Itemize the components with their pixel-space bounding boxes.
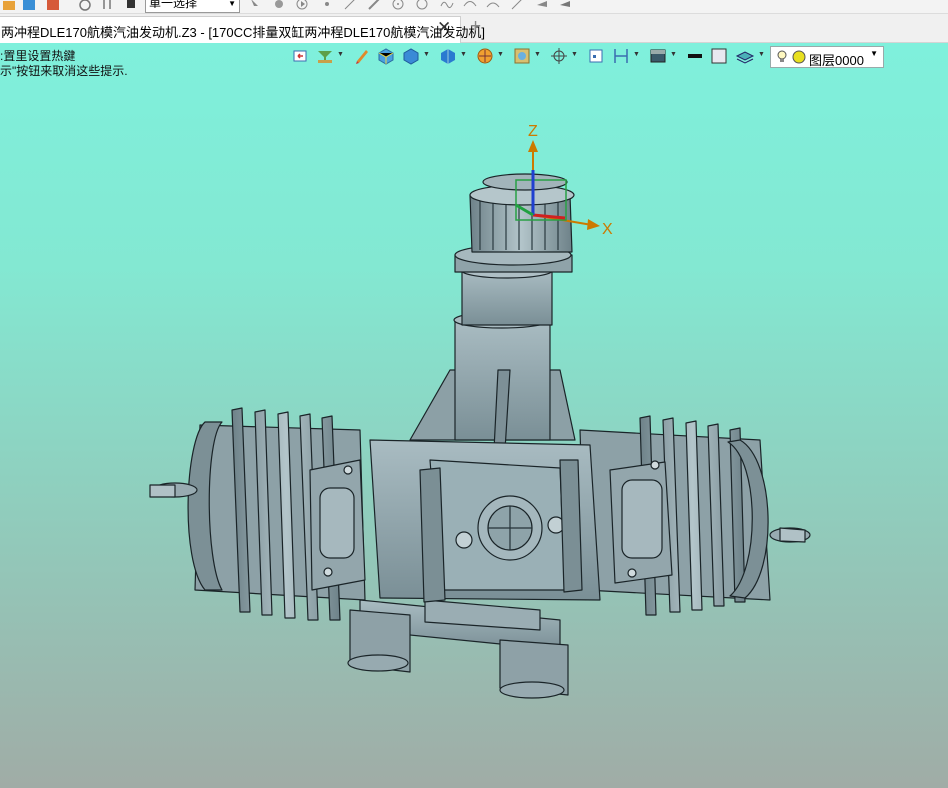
left-cylinder (149, 407, 366, 621)
undo-icon[interactable] (78, 0, 92, 11)
z-axis-label: Z (528, 123, 538, 140)
open-file-icon[interactable] (2, 0, 16, 11)
pick-icon[interactable] (248, 0, 262, 11)
extend-icon[interactable] (510, 0, 524, 11)
play-icon[interactable] (295, 0, 309, 11)
3d-viewport[interactable]: :置里设置热鍵 示"按钮来取消这些提示. ▼ ▼ ▼ ▼ ▼ ▼ ▼ ▼ ▼ 图… (0, 43, 948, 788)
polyline-icon[interactable] (367, 0, 381, 11)
coordinate-axes: Z X (515, 123, 613, 238)
redo-icon[interactable] (100, 0, 114, 11)
selection-mode-select[interactable]: 單一选择 ▼ (145, 0, 240, 13)
top-toolbar: 單一选择 ▼ (0, 0, 948, 14)
line-icon[interactable] (343, 0, 357, 11)
arc-icon[interactable] (415, 0, 429, 11)
document-tab-strip: 两冲程DLE170航模汽油发动机.Z3 - [170CC排量双缸两冲程DLE17… (0, 14, 948, 43)
engine-model[interactable]: Z X (0, 43, 948, 788)
carburetor (369, 439, 601, 603)
tab-title: 两冲程DLE170航模汽油发动机.Z3 - [170CC排量双缸两冲程DLE17… (1, 25, 485, 40)
print-icon[interactable] (46, 0, 60, 11)
filter-icon[interactable] (124, 0, 138, 11)
pick-filter-icon[interactable] (272, 0, 286, 11)
close-icon[interactable]: ✕ (437, 18, 451, 38)
circle-icon[interactable] (391, 0, 405, 11)
point-icon[interactable] (320, 0, 334, 11)
selection-mode-value: 單一选择 (149, 0, 198, 10)
trim-icon[interactable] (486, 0, 500, 11)
chevron-down-icon: ▼ (228, 0, 236, 8)
save-icon[interactable] (22, 0, 36, 11)
chamfer-icon[interactable] (558, 0, 572, 11)
new-tab-button[interactable]: + (470, 16, 481, 38)
tab-active-document[interactable]: 两冲程DLE170航模汽油发动机.Z3 - [170CC排量双缸两冲程DLE17… (0, 16, 485, 43)
spline-icon[interactable] (440, 0, 454, 11)
engine-mount (347, 599, 569, 699)
fillet-icon[interactable] (535, 0, 549, 11)
curve-icon[interactable] (463, 0, 477, 11)
x-axis-label: X (602, 221, 613, 238)
right-cylinder (579, 415, 811, 616)
